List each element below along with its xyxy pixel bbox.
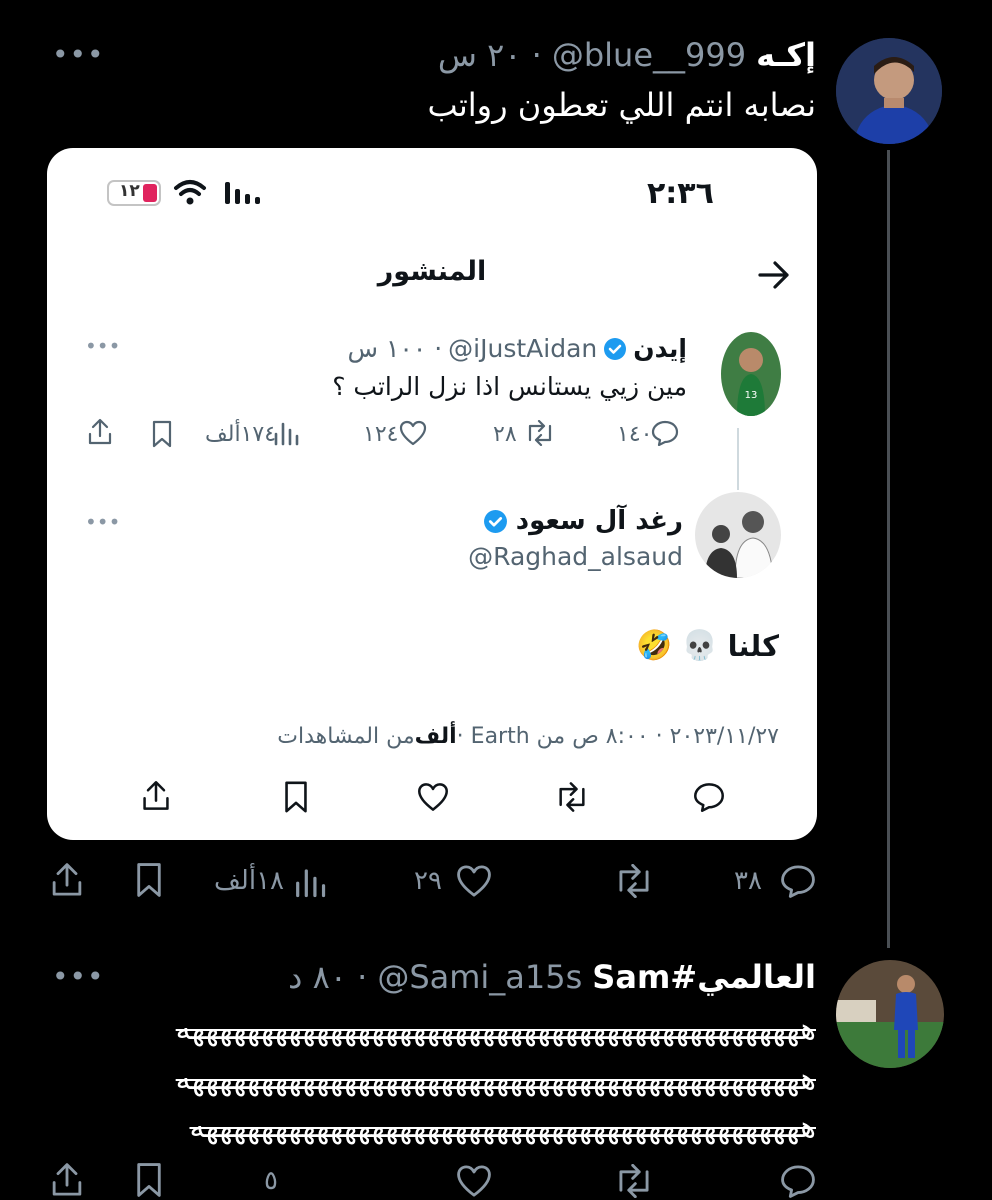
quoted-reply-count: ١٤٠ — [617, 422, 653, 447]
reply-meta-line: ٢٠٢٣/١١/٢٧ · ٨:٠٠ ص من Earth · ألف من ال… — [277, 724, 779, 749]
tweet1-views-icon[interactable] — [294, 866, 326, 898]
avatar-image: 13 — [721, 332, 781, 416]
tweet1-retweet-icon[interactable] — [614, 864, 654, 898]
reply-retweet-icon[interactable] — [555, 782, 589, 812]
tweet2-text-line1: هههههههههههههههههههههههههههههههههههههههه… — [175, 1012, 816, 1047]
quoted-tweet-header: إيدن @iJustAidan · ١٠٠ س — [348, 334, 688, 363]
tweet1-like-icon[interactable] — [456, 864, 492, 898]
quoted-like-count: ١٢٤ — [363, 422, 399, 447]
svg-text:13: 13 — [745, 390, 758, 401]
tweet2-text-line3: هههههههههههههههههههههههههههههههههههههههه… — [189, 1110, 816, 1145]
battery-level: ١٢ — [119, 181, 140, 201]
signal-icon — [225, 182, 260, 204]
avatar-image — [836, 960, 944, 1068]
reply-bookmark-icon[interactable] — [283, 780, 309, 814]
tweet1-more-button[interactable]: ••• — [52, 38, 105, 71]
quoted-more-button[interactable]: ••• — [85, 334, 120, 358]
wifi-icon — [174, 180, 206, 205]
tweet2-retweet-icon[interactable] — [614, 1164, 654, 1198]
quoted-like-icon[interactable] — [399, 420, 427, 446]
reply-like-icon[interactable] — [417, 782, 449, 812]
tweet2-reply-icon[interactable] — [780, 1164, 816, 1198]
reply-tweet-text: كلنا — [727, 628, 779, 663]
tweet1-author-name[interactable]: إكـه — [756, 36, 816, 74]
tweet1-reply-icon[interactable] — [780, 864, 816, 898]
reply-more-button[interactable]: ••• — [85, 510, 120, 534]
tweet2-text-line2: هههههههههههههههههههههههههههههههههههههههه… — [175, 1062, 816, 1097]
status-battery: ١٢ — [107, 180, 161, 206]
quoted-retweet-count: ٢٨ — [493, 422, 517, 447]
tweet1-time[interactable]: · ٢٠ س — [438, 36, 542, 74]
tweet2-share-icon[interactable] — [50, 1162, 84, 1198]
avatar-blue999[interactable] — [836, 38, 942, 144]
tweet1-bookmark-icon[interactable] — [134, 862, 164, 898]
post-page-title: المنشور — [377, 256, 487, 287]
quoted-views-icon[interactable] — [273, 420, 299, 446]
reply-author-name[interactable]: رغد آل سعود — [516, 506, 683, 536]
reply-handle[interactable]: @Raghad_alsaud — [468, 542, 683, 571]
status-time: ٢:٣٦ — [647, 176, 714, 211]
tweet1-share-icon[interactable] — [50, 862, 84, 898]
reply-tweet-header: رغد آل سعود — [483, 506, 683, 536]
embedded-screenshot-card[interactable]: ١٢ ٢:٣٦ المنشور 13 إيدن @iJustAidan · ١٠… — [47, 148, 817, 840]
reply-tweet-text-row: كلنا 🤣 💀 — [636, 628, 779, 663]
tweet2-author-name[interactable]: العالمي#Sam — [592, 958, 816, 996]
quoted-bookmark-icon[interactable] — [151, 420, 173, 448]
quoted-tweet-text: مين زيي يستانس اذا نزل الراتب ؟ — [332, 372, 687, 401]
verified-badge-icon — [604, 337, 627, 360]
reply-reply-icon[interactable] — [693, 782, 725, 812]
tweet2-handle[interactable]: @Sami_a15s — [377, 958, 582, 996]
tweet2-like-count: ٥ — [264, 1166, 278, 1196]
tweet1-header: إكـه @blue__999 · ٢٠ س — [438, 36, 816, 74]
thread-connector-line — [887, 150, 890, 948]
reply-views-label: من المشاهدات — [277, 724, 415, 749]
reply-share-icon[interactable] — [141, 780, 171, 812]
quoted-retweet-icon[interactable] — [525, 420, 555, 446]
avatar-raghad[interactable] — [695, 492, 781, 578]
back-arrow-icon[interactable] — [757, 260, 791, 290]
avatar-ijustaidan[interactable]: 13 — [721, 332, 781, 416]
tweet2-more-button[interactable]: ••• — [52, 960, 105, 993]
quoted-share-icon[interactable] — [87, 418, 113, 446]
tweet2-header: العالمي#Sam @Sami_a15s · ٨٠ د — [288, 958, 816, 996]
avatar-sami[interactable] — [836, 960, 944, 1068]
reply-views-bold: ألف — [414, 724, 457, 749]
quoted-time[interactable]: · ١٠٠ س — [348, 334, 443, 363]
tweet1-reply-count: ٣٨ — [734, 866, 762, 896]
reply-date: ٢٠٢٣/١١/٢٧ · ٨:٠٠ ص من Earth · — [456, 724, 779, 749]
quoted-handle[interactable]: @iJustAidan — [448, 334, 597, 363]
tweet2-like-icon[interactable] — [456, 1164, 492, 1198]
tweet2-bookmark-icon[interactable] — [134, 1162, 164, 1198]
reply-emoji: 🤣 💀 — [636, 628, 718, 662]
verified-badge-icon — [483, 509, 507, 533]
quoted-reply-icon[interactable] — [651, 420, 679, 446]
tweet1-views-count: ١٨ألف — [214, 866, 284, 896]
quoted-author-name[interactable]: إيدن — [633, 334, 687, 363]
avatar-image — [695, 492, 781, 578]
tweet1-handle[interactable]: @blue__999 — [552, 36, 746, 74]
quoted-views-count: ١٧٤ألف — [205, 422, 277, 447]
tweet2-time[interactable]: · ٨٠ د — [288, 958, 367, 996]
tweet1-text: نصابه انتم اللي تعطون رواتب — [427, 86, 816, 124]
avatar-image — [836, 38, 942, 144]
card-thread-line — [737, 428, 739, 490]
tweet1-like-count: ٢٩ — [414, 866, 442, 896]
